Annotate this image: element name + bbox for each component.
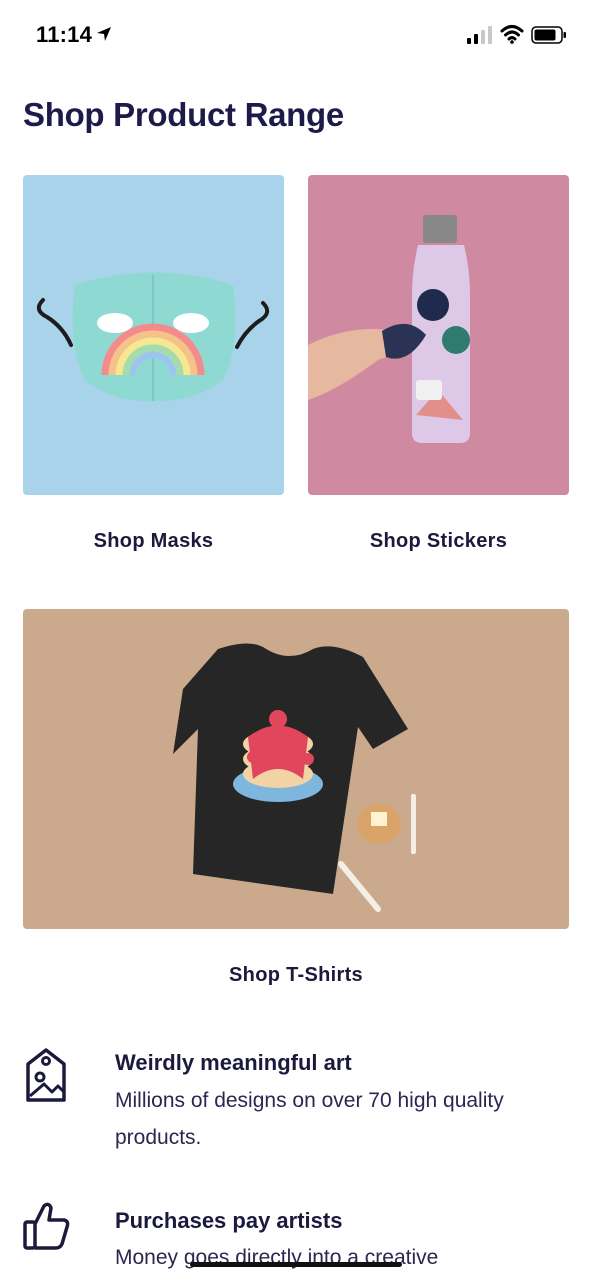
shop-tshirts-link[interactable]: Shop T-Shirts (23, 964, 569, 987)
home-indicator[interactable] (190, 1262, 402, 1267)
masks-product-image[interactable] (23, 175, 284, 495)
cellular-signal-icon (467, 26, 492, 44)
status-bar: 11:14 (0, 0, 592, 70)
battery-icon (531, 26, 566, 44)
mask-illustration (36, 272, 270, 402)
status-time: 11:14 (36, 22, 93, 47)
art-tag-icon (26, 1048, 66, 1102)
wifi-icon (500, 25, 524, 44)
shop-stickers-link[interactable]: Shop Stickers (308, 530, 569, 553)
thumbs-up-icon (23, 1202, 70, 1250)
feature-title: Weirdly meaningful art (115, 1050, 352, 1075)
tshirts-product-image[interactable] (23, 609, 569, 929)
feature-title: Purchases pay artists (115, 1208, 343, 1233)
shop-masks-link[interactable]: Shop Masks (23, 530, 284, 553)
location-arrow-icon (97, 27, 111, 41)
stickers-product-image[interactable] (308, 175, 569, 495)
feature-description: Money goes directly into a creative (115, 1246, 439, 1269)
feature-description: Millions of designs on over 70 high qual… (115, 1089, 504, 1149)
sticker-bottle-illustration (308, 215, 470, 443)
tshirt-illustration (173, 643, 416, 912)
page-title: Shop Product Range (23, 96, 344, 133)
